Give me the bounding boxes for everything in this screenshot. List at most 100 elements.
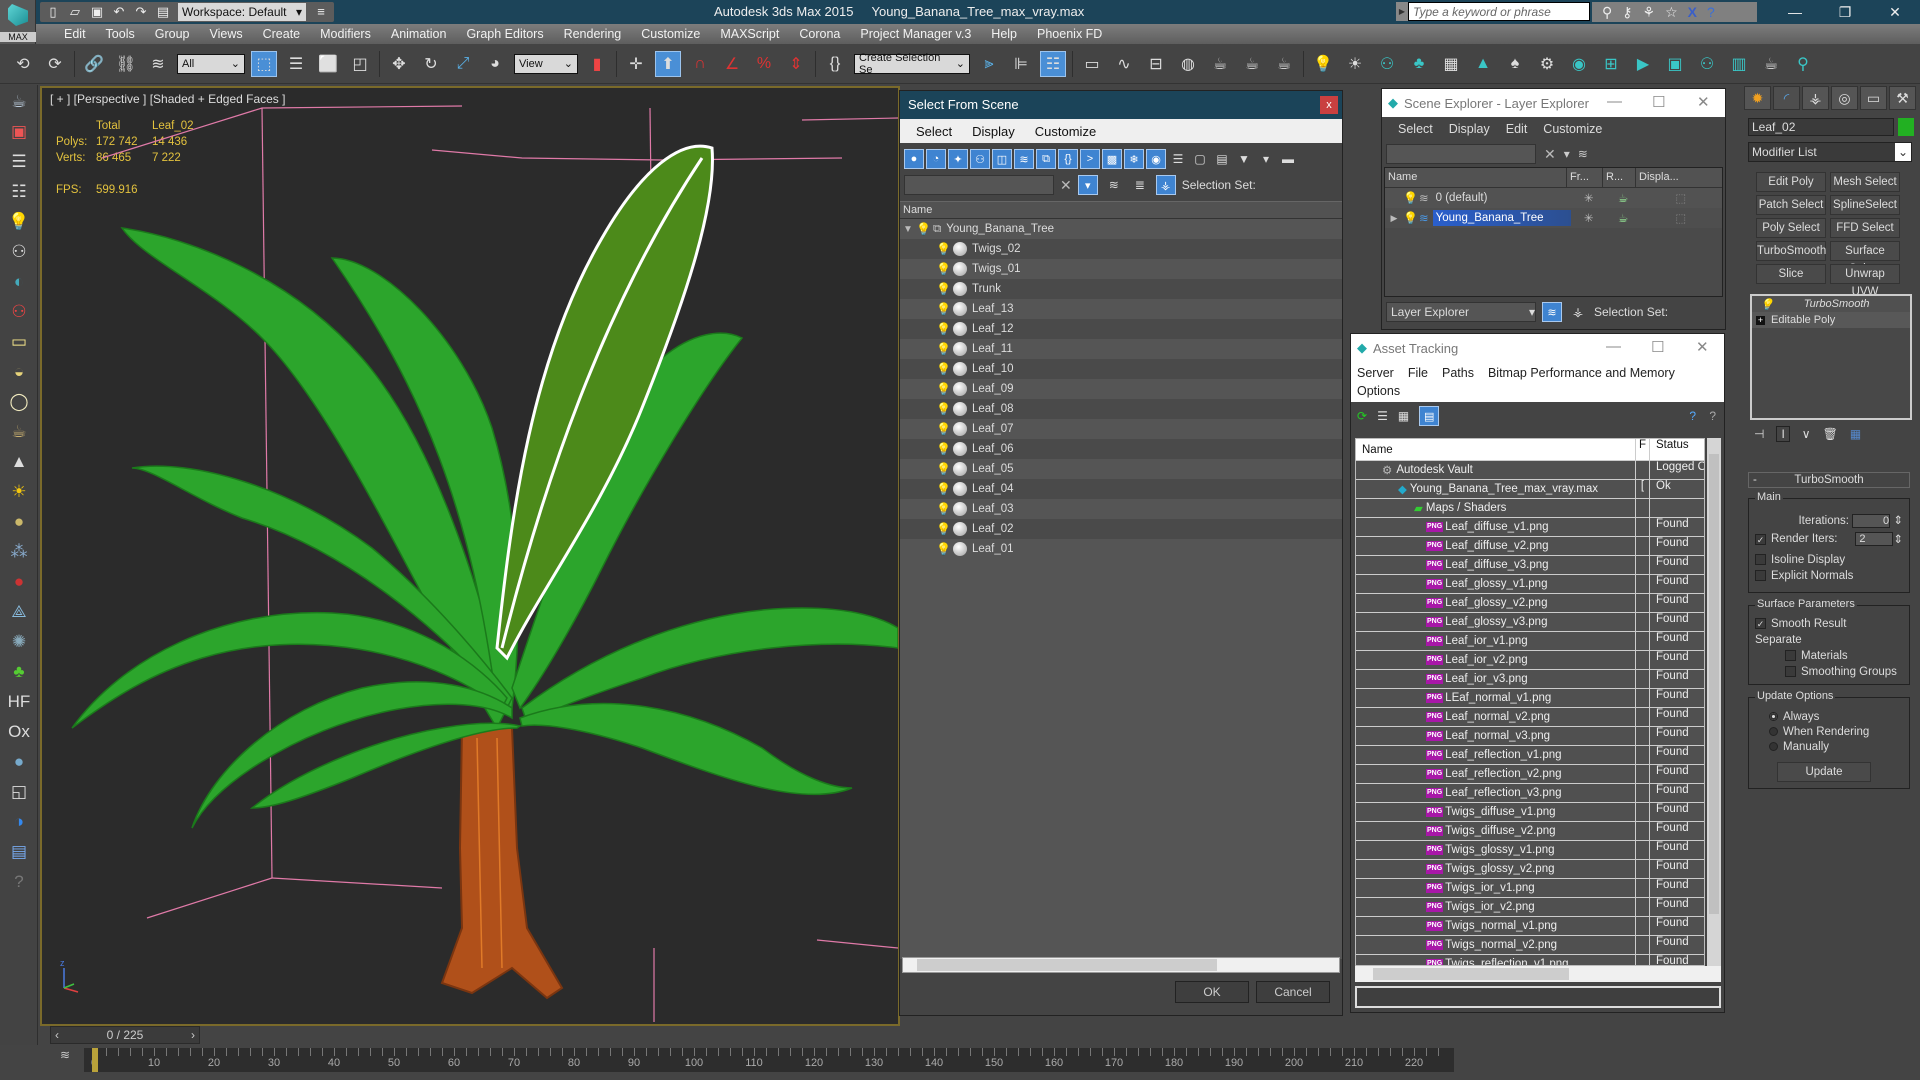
column-display[interactable]: Displa...	[1636, 168, 1722, 187]
list-item[interactable]: 💡 Leaf_08	[900, 399, 1342, 419]
asset-row-map[interactable]: PNG Twigs_reflection_v1.png Found	[1356, 955, 1704, 965]
project-folder-icon[interactable]: ▤	[156, 5, 170, 19]
close-icon[interactable]: ✕	[1870, 0, 1920, 24]
menu-edit[interactable]: Edit	[54, 27, 96, 41]
update-option-when-rendering[interactable]: When Rendering	[1769, 726, 1903, 738]
list-view-icon[interactable]: ☰	[1377, 409, 1388, 423]
menu-help[interactable]: Help	[981, 27, 1027, 41]
asset-row-map[interactable]: PNG Twigs_diffuse_v2.png Found	[1356, 822, 1704, 841]
cameras-filter-icon[interactable]: ⚇	[970, 149, 990, 169]
asset-row-map[interactable]: PNG Leaf_diffuse_v1.png Found	[1356, 518, 1704, 537]
sphere-light-icon[interactable]: ◯	[6, 389, 32, 415]
track-bar[interactable]: 0102030405060708090100110120130140150160…	[84, 1048, 1454, 1072]
asset-row-map[interactable]: PNG Leaf_glossy_v1.png Found	[1356, 575, 1704, 594]
isoline-checkbox[interactable]	[1755, 554, 1766, 566]
vertical-scrollbar[interactable]	[1707, 438, 1721, 966]
list-item[interactable]: 💡 Leaf_11	[900, 339, 1342, 359]
lightbulb-icon[interactable]: 💡	[936, 482, 951, 496]
menu-customize[interactable]: Customize	[1025, 124, 1106, 139]
show-end-result-icon[interactable]: I	[1776, 426, 1790, 442]
modifier-button-turbosmooth[interactable]: TurboSmooth	[1756, 241, 1826, 261]
asset-row-file[interactable]: ◆ Young_Banana_Tree_max_vray.max [ Ok	[1356, 480, 1704, 499]
mesh-light-icon[interactable]: ☕	[6, 419, 32, 445]
asset-row-map[interactable]: PNG Leaf_glossy_v3.png Found	[1356, 613, 1704, 632]
display-tab-icon[interactable]: ▭	[1860, 86, 1887, 110]
menu-group[interactable]: Group	[145, 27, 200, 41]
lightbulb-icon[interactable]: 💡	[936, 322, 951, 336]
close-icon[interactable]: ✕	[1697, 93, 1710, 111]
vray-tree-icon[interactable]: ♠	[1502, 51, 1528, 77]
vray-interactive-icon[interactable]: ▣	[1662, 51, 1688, 77]
columns-icon[interactable]: ▬	[1278, 149, 1298, 169]
modifier-button-surface-select[interactable]: Surface Select	[1830, 241, 1900, 275]
vray-camera-icon[interactable]: ⚇	[1374, 51, 1400, 77]
column-frozen[interactable]: Fr...	[1567, 168, 1603, 187]
close-icon[interactable]: ✕	[1696, 338, 1709, 356]
modifier-button-patch-select[interactable]: Patch Select	[1756, 195, 1826, 215]
list-item-root[interactable]: ▼ 💡 ⧉ Young_Banana_Tree	[900, 219, 1342, 239]
close-button[interactable]: x	[1320, 96, 1338, 114]
save-icon[interactable]: ▣	[90, 5, 104, 19]
asset-row-map[interactable]: PNG Leaf_normal_v3.png Found	[1356, 727, 1704, 746]
list-item[interactable]: 💡 Twigs_01	[900, 259, 1342, 279]
satellite-icon[interactable]: ⚘	[1643, 4, 1656, 21]
radio-button[interactable]	[1769, 742, 1778, 752]
asset-row-map[interactable]: PNG Leaf_diffuse_v3.png Found	[1356, 556, 1704, 575]
vray-vfb-icon[interactable]: ▥	[1726, 51, 1752, 77]
list-item[interactable]: 💡 Leaf_04	[900, 479, 1342, 499]
horizontal-scrollbar[interactable]	[902, 957, 1340, 973]
render-production-icon[interactable]: ☕	[1271, 51, 1297, 77]
radio-button[interactable]	[1769, 727, 1778, 737]
asset-row-map[interactable]: PNG Leaf_glossy_v2.png Found	[1356, 594, 1704, 613]
menu-bitmap-performance-and-memory[interactable]: Bitmap Performance and Memory	[1488, 366, 1675, 380]
vray-material-icon[interactable]: ◉	[1566, 51, 1592, 77]
explicit-normals-checkbox[interactable]	[1755, 570, 1766, 582]
menu-tools[interactable]: Tools	[96, 27, 145, 41]
keyboard-shortcut-override-icon[interactable]: ⬆	[655, 50, 681, 77]
menu-project-manager-v-3[interactable]: Project Manager v.3	[850, 27, 981, 41]
rollout-header[interactable]: - TurboSmooth	[1748, 472, 1910, 488]
place-icon[interactable]: ◕	[482, 51, 508, 77]
select-object-icon[interactable]: ⬚	[251, 50, 277, 77]
list-item[interactable]: 💡 Leaf_12	[900, 319, 1342, 339]
display-box-icon[interactable]: ⬚	[1640, 191, 1722, 205]
redo-icon[interactable]: ↷	[134, 5, 148, 19]
pin-stack-icon[interactable]: ⊣	[1754, 427, 1764, 441]
redo-icon[interactable]: ⟳	[42, 51, 68, 77]
stack-item-editable-poly[interactable]: + Editable Poly	[1752, 312, 1910, 328]
list-item[interactable]: 💡 Leaf_09	[900, 379, 1342, 399]
vray-fur-icon[interactable]: ♣	[1406, 51, 1432, 77]
smoothing-groups-checkbox[interactable]	[1785, 666, 1796, 678]
lightbulb-icon[interactable]: 💡	[936, 542, 951, 556]
column-renderable[interactable]: R...	[1603, 168, 1636, 187]
select-by-name-icon[interactable]: ☰	[283, 51, 309, 77]
list-item[interactable]: 💡 Leaf_03	[900, 499, 1342, 519]
list-item[interactable]: 💡 Trunk	[900, 279, 1342, 299]
explorer-mode-dropdown[interactable]: Layer Explorer ▾	[1386, 302, 1536, 322]
menu-customize[interactable]: Customize	[1535, 122, 1610, 136]
material-editor-icon[interactable]: ◍	[1175, 51, 1201, 77]
menu-file[interactable]: File	[1408, 366, 1428, 380]
angle-snap-icon[interactable]: ∠	[719, 51, 745, 77]
render-iters-spinner[interactable]: 2	[1855, 532, 1894, 546]
curve-editor-icon[interactable]: ∿	[1111, 51, 1137, 77]
refresh-icon[interactable]: ⟳	[1357, 409, 1367, 423]
list-item[interactable]: 💡 Leaf_10	[900, 359, 1342, 379]
menu-phoenix-fd[interactable]: Phoenix FD	[1027, 27, 1112, 41]
modifier-button-unwrap-uvw[interactable]: Unwrap UVW	[1830, 264, 1900, 298]
help-icon[interactable]: ?	[6, 869, 32, 895]
filter-icon[interactable]: ▼	[1234, 149, 1254, 169]
list-item[interactable]: 💡 Leaf_01	[900, 539, 1342, 559]
menu-edit[interactable]: Edit	[1498, 122, 1536, 136]
maximize-icon[interactable]: ☐	[1651, 338, 1664, 356]
ambient-light-icon[interactable]: ●	[6, 509, 32, 535]
layer-options-icon[interactable]: ≋	[1578, 147, 1588, 161]
column-status[interactable]: Status	[1650, 439, 1704, 460]
mirror-icon[interactable]: ⫸	[976, 51, 1002, 77]
help-icon[interactable]: ?	[1709, 409, 1716, 423]
schematic-view-icon[interactable]: ⊟	[1143, 51, 1169, 77]
asset-row-map[interactable]: PNG LEaf_normal_v1.png Found	[1356, 689, 1704, 708]
vray-light-icon[interactable]: 💡	[1310, 51, 1336, 77]
find-filter-icon[interactable]: ▾	[1564, 147, 1570, 161]
menu-maxscript[interactable]: MAXScript	[710, 27, 789, 41]
